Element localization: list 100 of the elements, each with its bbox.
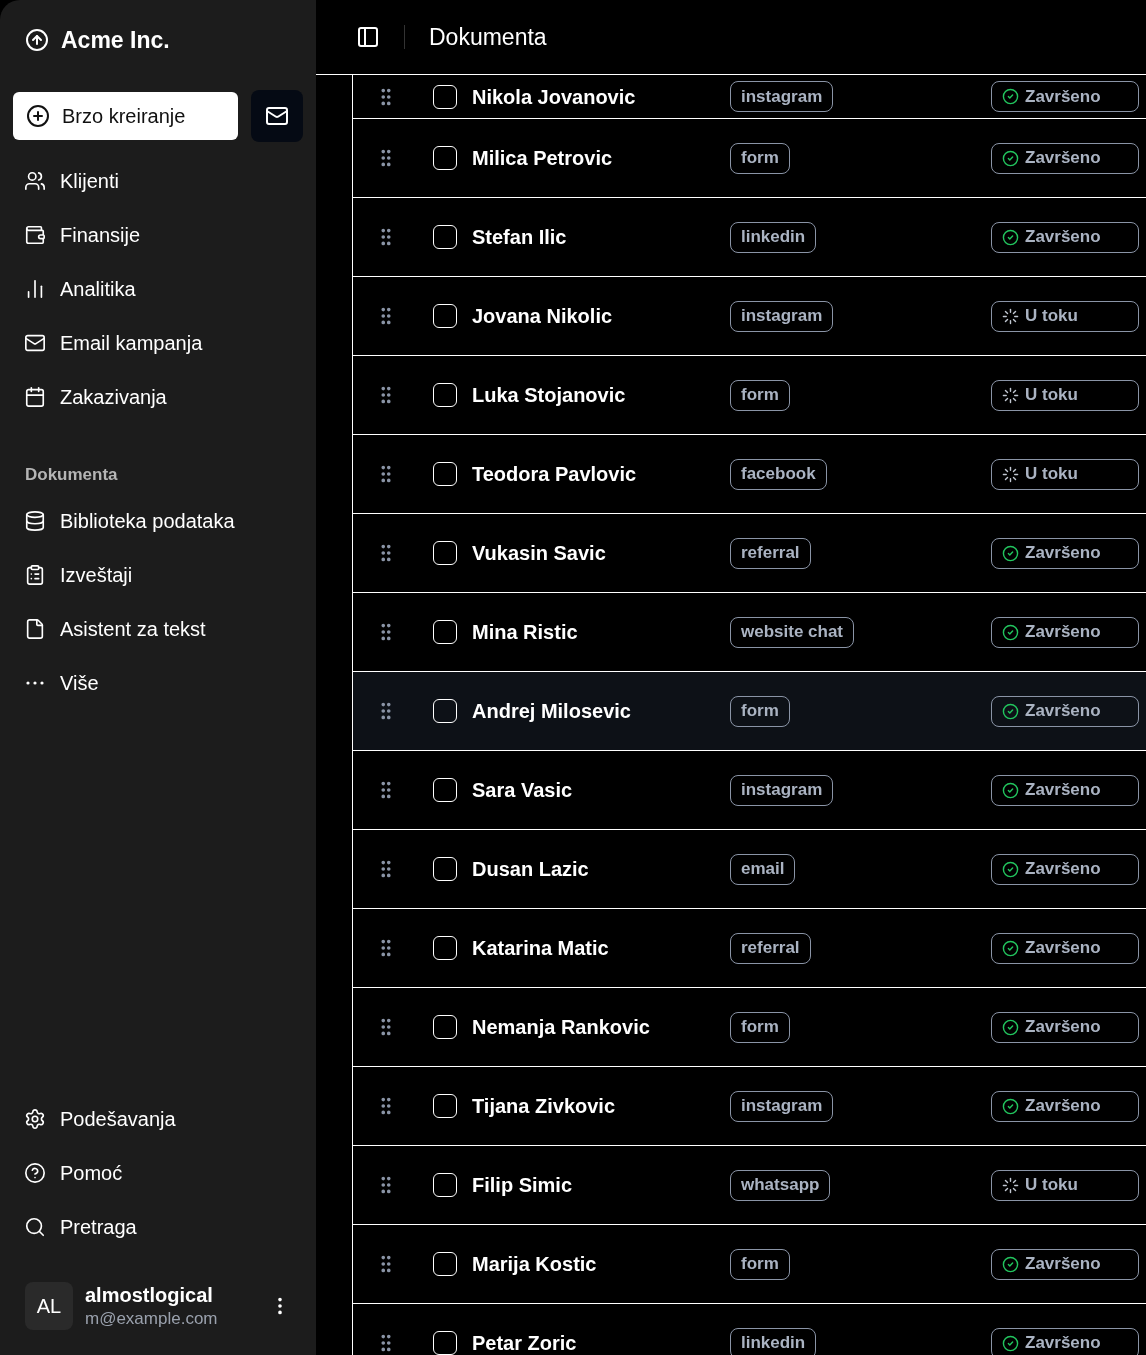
- source-tag: form: [730, 1248, 790, 1280]
- calendar-icon: [24, 386, 46, 408]
- file-icon: [24, 617, 46, 640]
- status-badge: U toku: [991, 1169, 1139, 1201]
- row-checkbox[interactable]: [433, 1094, 457, 1118]
- status-badge: Završeno: [991, 1248, 1139, 1280]
- status-badge: Završeno: [991, 1090, 1139, 1122]
- row-checkbox[interactable]: [433, 84, 457, 109]
- page-title: Dokumenta: [429, 22, 547, 52]
- sidebar-toggle-icon[interactable]: [356, 25, 380, 49]
- wallet-icon: [24, 224, 46, 246]
- status-badge: Završeno: [991, 81, 1139, 112]
- source-tag: form: [730, 695, 790, 727]
- client-name: Mina Ristic: [472, 620, 579, 645]
- source-tag: instagram: [730, 1090, 834, 1122]
- source-tag: form: [730, 379, 790, 411]
- status-badge: Završeno: [991, 221, 1139, 253]
- plus-icon: [26, 104, 50, 128]
- clipboard-icon: [24, 563, 46, 586]
- help-icon: [24, 1162, 46, 1184]
- status-badge: Završeno: [991, 853, 1139, 885]
- section-heading: Dokumenta: [24, 464, 119, 486]
- status-badge: Završeno: [991, 932, 1139, 964]
- row-checkbox[interactable]: [433, 304, 457, 328]
- source-tag: instagram: [730, 81, 834, 112]
- sidebar-item[interactable]: Biblioteka podataka: [0, 493, 316, 548]
- client-name: Andrej Milosevic: [472, 699, 632, 724]
- row-checkbox[interactable]: [433, 1015, 457, 1039]
- client-name: Marija Kostic: [472, 1252, 598, 1277]
- source-tag: referral: [730, 537, 811, 569]
- sidebar-item[interactable]: Asistent za tekst: [0, 601, 316, 656]
- row-checkbox[interactable]: [433, 541, 457, 565]
- status-badge: U toku: [991, 300, 1139, 332]
- sidebar-item[interactable]: Email kampanja: [0, 316, 316, 370]
- status-badge: Završeno: [991, 695, 1139, 727]
- source-tag: email: [730, 853, 796, 885]
- brand-name: Acme Inc.: [61, 25, 170, 55]
- more-icon: [26, 680, 44, 685]
- source-tag: instagram: [730, 300, 834, 332]
- search-icon: [24, 1216, 46, 1238]
- mail-icon: [24, 332, 46, 354]
- status-badge: Završeno: [991, 537, 1139, 569]
- row-checkbox[interactable]: [433, 857, 457, 881]
- source-tag: referral: [730, 932, 811, 964]
- client-name: Luka Stojanovic: [472, 383, 627, 408]
- logo-icon: [25, 28, 49, 52]
- user-avatar: AL: [25, 1282, 73, 1330]
- client-name: Milica Petrovic: [472, 146, 614, 171]
- client-name: Dusan Lazic: [472, 857, 590, 882]
- status-badge: U toku: [991, 379, 1139, 411]
- source-tag: whatsapp: [730, 1169, 831, 1201]
- client-name: Katarina Matic: [472, 936, 610, 961]
- source-tag: form: [730, 1011, 790, 1043]
- quick-create-button[interactable]: Brzo kreiranje: [13, 92, 238, 140]
- client-name: Jovana Nikolic: [472, 304, 614, 329]
- client-name: Nikola Jovanovic: [472, 84, 637, 110]
- status-badge: Završeno: [991, 1011, 1139, 1043]
- sidebar-item[interactable]: Podešavanja: [0, 1092, 316, 1146]
- client-name: Stefan Ilic: [472, 225, 568, 250]
- source-tag: linkedin: [730, 221, 817, 253]
- row-checkbox[interactable]: [433, 1331, 457, 1355]
- source-tag: form: [730, 142, 790, 174]
- row-checkbox[interactable]: [433, 699, 457, 723]
- row-checkbox[interactable]: [433, 778, 457, 802]
- sidebar-item[interactable]: Analitika: [0, 262, 316, 316]
- row-checkbox[interactable]: [433, 1252, 457, 1276]
- source-tag: facebook: [730, 458, 827, 490]
- source-tag: instagram: [730, 774, 834, 806]
- row-checkbox[interactable]: [433, 146, 457, 170]
- client-name: Filip Simic: [472, 1173, 574, 1198]
- source-tag: website chat: [730, 616, 855, 648]
- sidebar-item[interactable]: Zakazivanja: [0, 370, 316, 424]
- database-icon: [24, 509, 46, 532]
- row-checkbox[interactable]: [433, 936, 457, 960]
- client-name: Sara Vasic: [472, 778, 574, 803]
- status-badge: Završeno: [991, 616, 1139, 648]
- client-name: Vukasin Savic: [472, 541, 607, 566]
- client-name: Petar Zoric: [472, 1331, 578, 1355]
- users-icon: [24, 170, 46, 192]
- user-name: almostlogical: [85, 1282, 214, 1308]
- sidebar-item[interactable]: Finansije: [0, 208, 316, 262]
- row-checkbox[interactable]: [433, 383, 457, 407]
- status-badge: Završeno: [991, 142, 1139, 174]
- sidebar-item[interactable]: Pretraga: [0, 1200, 316, 1254]
- row-checkbox[interactable]: [433, 225, 457, 249]
- row-checkbox[interactable]: [433, 462, 457, 486]
- user-email: m@example.com: [85, 1307, 218, 1330]
- sidebar-item[interactable]: Više: [0, 655, 316, 710]
- status-badge: Završeno: [991, 774, 1139, 806]
- client-name: Tijana Zivkovic: [472, 1094, 617, 1119]
- sidebar-item[interactable]: Izveštaji: [0, 547, 316, 602]
- sidebar-item[interactable]: Klijenti: [0, 154, 316, 208]
- mail-icon: [265, 104, 289, 128]
- status-badge: U toku: [991, 458, 1139, 490]
- client-name: Teodora Pavlovic: [472, 462, 638, 487]
- row-checkbox[interactable]: [433, 620, 457, 644]
- client-name: Nemanja Rankovic: [472, 1015, 651, 1040]
- inbox-button[interactable]: [251, 90, 303, 142]
- row-checkbox[interactable]: [433, 1173, 457, 1197]
- sidebar-item[interactable]: Pomoć: [0, 1146, 316, 1200]
